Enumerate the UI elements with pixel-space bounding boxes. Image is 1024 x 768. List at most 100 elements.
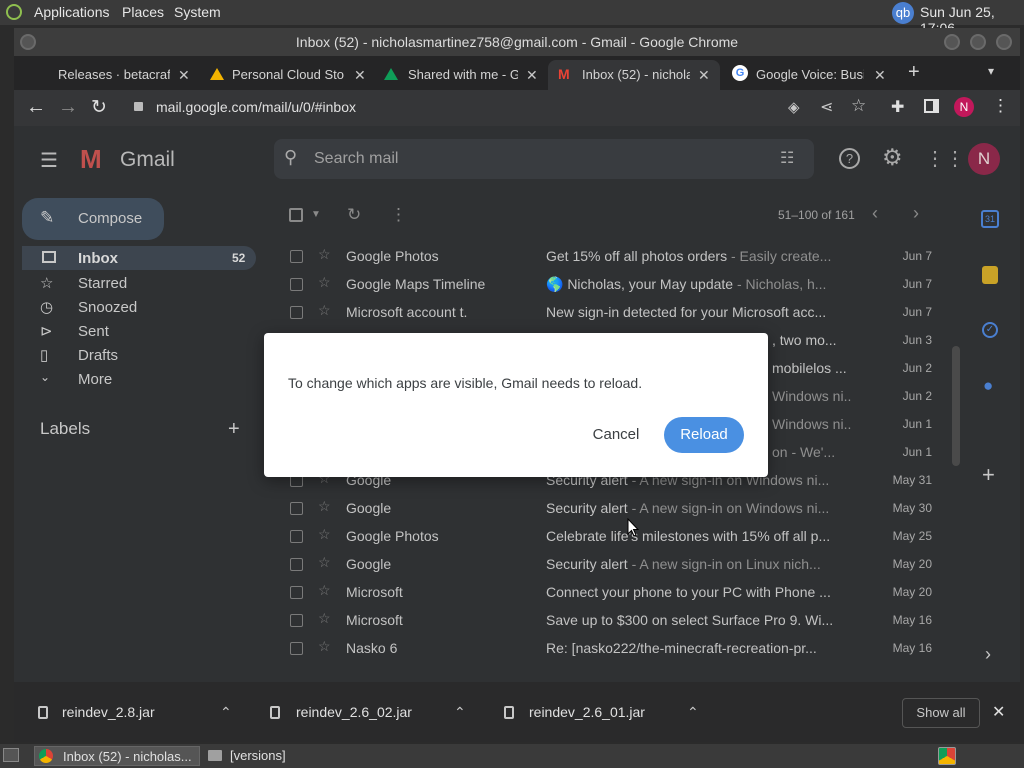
star-icon[interactable]: ☆ <box>318 582 331 599</box>
row-checkbox[interactable] <box>290 278 303 291</box>
minimize-icon[interactable] <box>944 34 960 50</box>
tab-close-icon[interactable]: ✕ <box>178 62 190 88</box>
lock-icon[interactable] <box>134 102 143 111</box>
side-panel-icon[interactable] <box>924 99 939 113</box>
nav-drafts[interactable]: Drafts <box>78 347 118 364</box>
main-menu-icon[interactable]: ☰ <box>40 148 58 173</box>
download-item[interactable]: reindev_2.6_02.jar ⌃ <box>262 698 476 728</box>
nav-more[interactable]: More <box>78 371 112 388</box>
url-field[interactable]: mail.google.com/mail/u/0/#inbox <box>156 99 356 115</box>
chrome-menu-icon[interactable]: ⋮ <box>992 96 1009 116</box>
tracking-protection-icon[interactable]: ◈ <box>788 98 800 116</box>
download-item[interactable]: reindev_2.8.jar ⌃ <box>30 698 244 728</box>
refresh-icon[interactable]: ↻ <box>347 205 361 225</box>
tab-close-icon[interactable]: ✕ <box>874 62 886 88</box>
maximize-icon[interactable] <box>970 34 986 50</box>
star-icon[interactable]: ☆ <box>318 638 331 655</box>
show-all-downloads-button[interactable]: Show all <box>902 698 980 728</box>
email-row[interactable]: ☆ Microsoft account t. New sign-in detecte… <box>276 298 942 326</box>
nav-starred[interactable]: Starred <box>78 275 127 292</box>
row-checkbox[interactable] <box>290 614 303 627</box>
menu-system[interactable]: System <box>174 4 221 20</box>
tab-google-voice[interactable]: G Google Voice: Busi ✕ <box>722 60 894 90</box>
more-actions-icon[interactable]: ⋮ <box>390 205 407 225</box>
row-checkbox[interactable] <box>290 502 303 515</box>
chrome-tray-icon[interactable] <box>938 747 956 765</box>
tab-shared-with-me[interactable]: Shared with me - G ✕ <box>376 60 548 90</box>
tab-gmail-inbox[interactable]: M Inbox (52) - nichola ✕ <box>548 60 720 90</box>
distro-icon[interactable] <box>6 4 22 20</box>
star-icon[interactable]: ☆ <box>318 610 331 627</box>
profile-avatar[interactable]: N <box>954 97 974 117</box>
star-icon[interactable]: ☆ <box>318 498 331 515</box>
select-all-checkbox[interactable] <box>289 208 303 222</box>
chevron-up-icon[interactable]: ⌃ <box>454 704 466 721</box>
star-icon[interactable]: ☆ <box>318 554 331 571</box>
bookmark-star-icon[interactable]: ☆ <box>851 96 866 116</box>
gmail-logo-icon[interactable]: M <box>80 146 102 172</box>
star-icon[interactable]: ☆ <box>318 246 331 263</box>
row-checkbox[interactable] <box>290 558 303 571</box>
email-row[interactable]: ☆ Nasko 6 Re: [nasko222/the-minecraft-recr… <box>276 634 942 662</box>
apps-grid-icon[interactable]: ⋮⋮ <box>925 146 965 171</box>
help-icon[interactable]: ? <box>839 148 860 169</box>
back-icon[interactable]: ← <box>26 96 46 119</box>
row-checkbox[interactable] <box>290 306 303 319</box>
tab-releases[interactable]: Releases · betacraf ✕ <box>30 60 200 90</box>
star-icon[interactable]: ☆ <box>318 302 331 319</box>
nav-sent[interactable]: Sent <box>78 323 109 340</box>
search-input[interactable]: Search mail <box>314 150 398 168</box>
email-row[interactable]: ☆ Google Security alert - A new sign-in on… <box>276 494 942 522</box>
tab-google-drive[interactable]: Personal Cloud Sto ✕ <box>202 60 374 90</box>
prev-page-icon[interactable]: ‹ <box>872 203 878 224</box>
download-item[interactable]: reindev_2.6_01.jar ⌃ <box>496 698 710 728</box>
window-menu-icon[interactable] <box>20 34 36 50</box>
window-titlebar[interactable]: Inbox (52) - nicholasmartinez758@gmail.c… <box>14 28 1020 56</box>
qbittorrent-tray-icon[interactable]: qb <box>892 2 914 24</box>
tasks-icon[interactable]: ✓ <box>982 322 998 338</box>
row-checkbox[interactable] <box>290 642 303 655</box>
tab-search-icon[interactable]: ▾ <box>988 64 994 78</box>
extensions-icon[interactable]: ✚ <box>891 97 904 117</box>
add-label-icon[interactable]: + <box>228 418 240 441</box>
reload-button[interactable]: Reload <box>664 417 744 453</box>
taskbar-item-folder[interactable]: [versions] <box>204 746 374 766</box>
star-icon[interactable]: ☆ <box>318 274 331 291</box>
select-dropdown-icon[interactable]: ▼ <box>311 209 321 220</box>
row-checkbox[interactable] <box>290 530 303 543</box>
contacts-icon[interactable]: ● <box>983 376 993 396</box>
email-row[interactable]: ☆ Google Maps Timeline 🌎 Nicholas, your Ma… <box>276 270 942 298</box>
nav-inbox[interactable]: Inbox 52 <box>22 246 256 270</box>
taskbar-item-chrome[interactable]: Inbox (52) - nicholas... <box>34 746 200 766</box>
email-row[interactable]: ☆ Google Photos Celebrate life's milestone… <box>276 522 942 550</box>
menu-places[interactable]: Places <box>122 4 164 20</box>
show-side-panel-icon[interactable]: › <box>985 644 991 665</box>
menu-applications[interactable]: Applications <box>34 4 110 20</box>
email-row[interactable]: ☆ Microsoft Save up to $300 on select Surf… <box>276 606 942 634</box>
search-icon[interactable]: ⚲ <box>284 147 297 168</box>
tab-close-icon[interactable]: ✕ <box>698 62 710 88</box>
row-checkbox[interactable] <box>290 250 303 263</box>
nav-snoozed[interactable]: Snoozed <box>78 299 137 316</box>
calendar-icon[interactable]: 31 <box>981 210 999 228</box>
settings-gear-icon[interactable]: ⚙ <box>882 144 903 171</box>
account-avatar[interactable]: N <box>968 143 1000 175</box>
show-desktop-icon[interactable] <box>3 748 19 762</box>
row-checkbox[interactable] <box>290 586 303 599</box>
keep-icon[interactable] <box>982 266 998 284</box>
chevron-up-icon[interactable]: ⌃ <box>220 704 232 721</box>
email-row[interactable]: ☆ Microsoft Connect your phone to your PC … <box>276 578 942 606</box>
email-row[interactable]: ☆ Google Photos Get 15% off all photos ord… <box>276 242 942 270</box>
share-icon[interactable]: ⋖ <box>820 97 833 117</box>
cancel-button[interactable]: Cancel <box>582 417 650 453</box>
next-page-icon[interactable]: › <box>913 203 919 224</box>
scrollbar-thumb[interactable] <box>952 346 960 466</box>
reload-icon[interactable]: ↻ <box>91 96 107 119</box>
tab-close-icon[interactable]: ✕ <box>354 62 366 88</box>
forward-icon[interactable]: → <box>58 96 78 119</box>
star-icon[interactable]: ☆ <box>318 526 331 543</box>
search-box[interactable]: ⚲ Search mail ☷ <box>274 139 814 179</box>
new-tab-icon[interactable]: + <box>908 61 920 84</box>
tab-close-icon[interactable]: ✕ <box>526 62 538 88</box>
email-row[interactable]: ☆ Google Security alert - A new sign-in on… <box>276 550 942 578</box>
